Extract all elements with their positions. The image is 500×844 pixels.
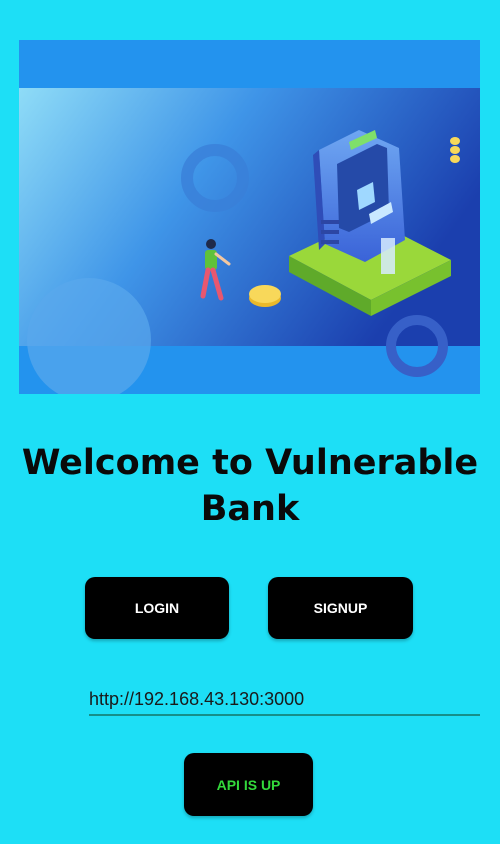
welcome-title: Welcome to Vulnerable Bank — [21, 443, 479, 529]
api-status-button[interactable]: API IS UP — [184, 753, 313, 816]
login-button[interactable]: LOGIN — [85, 577, 229, 639]
signup-button[interactable]: SIGNUP — [268, 577, 413, 639]
server-url-input[interactable] — [89, 684, 480, 716]
hero-illustration — [19, 40, 480, 394]
